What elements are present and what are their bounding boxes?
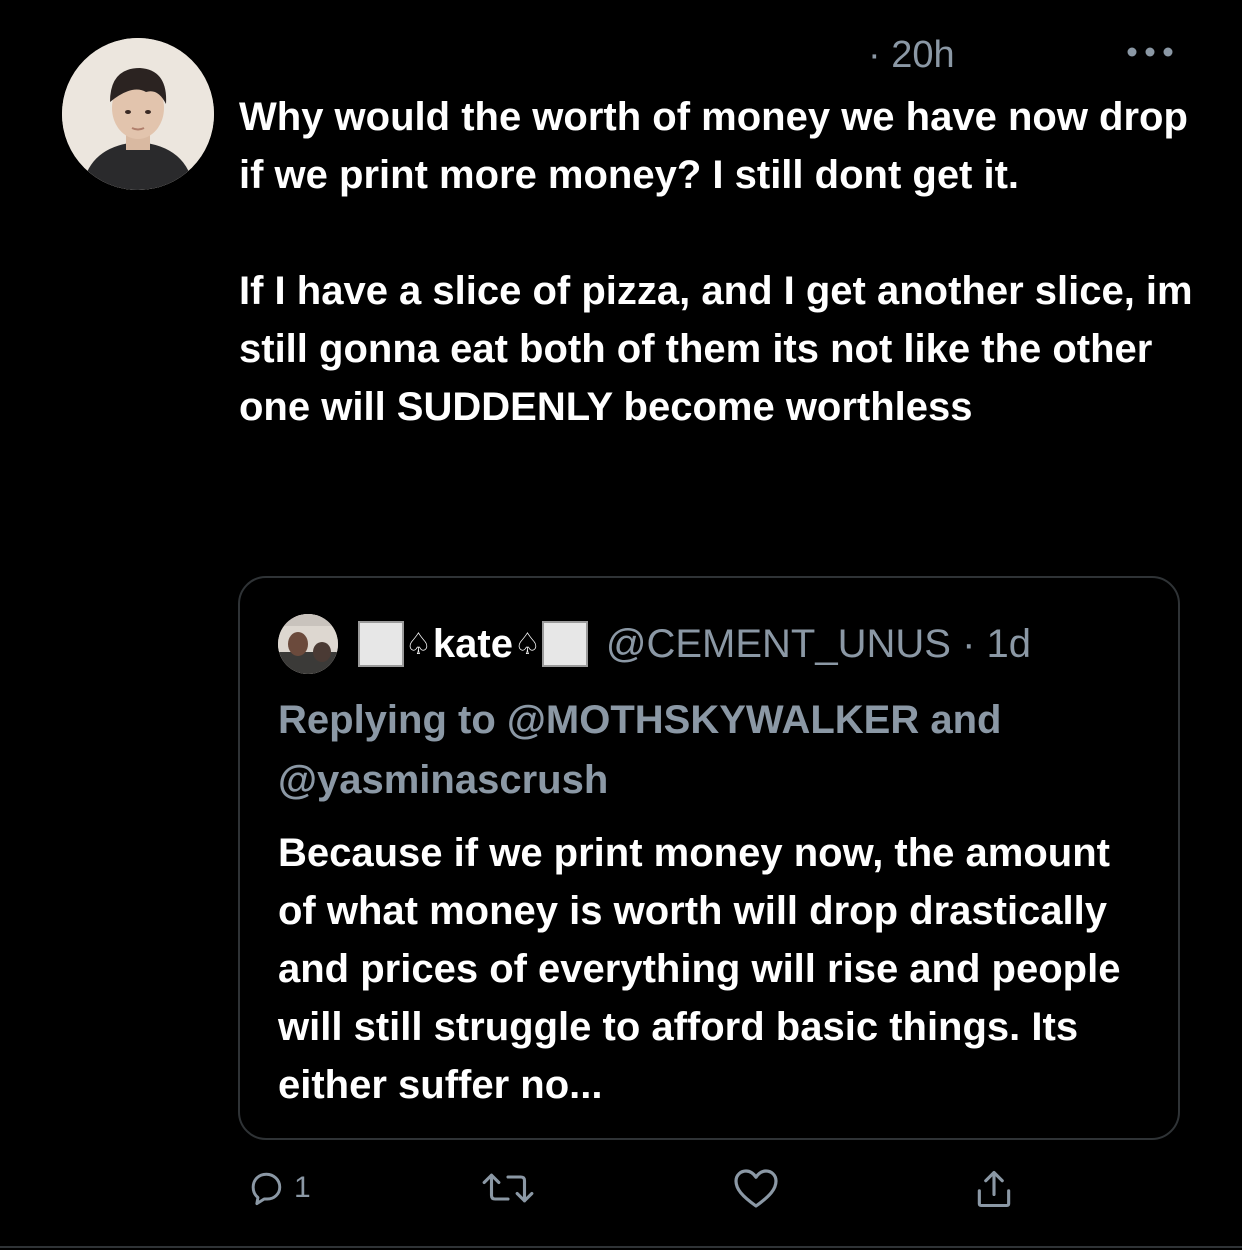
tweet-timestamp[interactable]: · 20h [868, 34, 955, 77]
more-horizontal-icon[interactable] [1124, 42, 1176, 62]
replying-to: Replying to @MOTHSKYWALKER and @yasminas… [278, 698, 1002, 802]
quoted-tweet-text: Because if we print money now, the amoun… [278, 831, 1121, 1107]
quoted-tweet-card[interactable]: ♤ kate ♤ @CEMENT_UNUS · 1d Replying to @… [238, 576, 1180, 1140]
share-button[interactable] [972, 1166, 1016, 1212]
like-button[interactable] [732, 1166, 780, 1210]
tweet-paragraph: If I have a slice of pizza, and I get an… [239, 269, 1193, 429]
divider [0, 1246, 1242, 1248]
square-icon [358, 621, 404, 667]
square-icon [541, 621, 588, 667]
reply-button[interactable]: 1 [244, 1166, 311, 1210]
reply-icon [244, 1166, 288, 1210]
spade-icon: ♤ [405, 627, 432, 661]
reply-count: 1 [294, 1171, 311, 1204]
spade-icon: ♤ [513, 627, 541, 661]
tweet-paragraph: Why would the worth of money we have now… [239, 95, 1188, 197]
tweet-actions: 1 [238, 1166, 1038, 1226]
retweet-button[interactable] [480, 1166, 536, 1210]
quoted-tweet-header: ♤ kate ♤ @CEMENT_UNUS · 1d [278, 614, 1031, 674]
quoted-author-avatar [278, 614, 338, 674]
retweet-icon [480, 1166, 536, 1210]
quoted-author-name-text: kate [432, 621, 513, 666]
author-avatar[interactable] [62, 38, 214, 190]
quoted-author-handle[interactable]: @CEMENT_UNUS · 1d [606, 622, 1031, 667]
quoted-author-name[interactable]: ♤ kate ♤ [358, 621, 588, 667]
heart-icon [732, 1166, 780, 1210]
share-icon [972, 1166, 1016, 1212]
tweet-text: Why would the worth of money we have now… [239, 88, 1199, 436]
